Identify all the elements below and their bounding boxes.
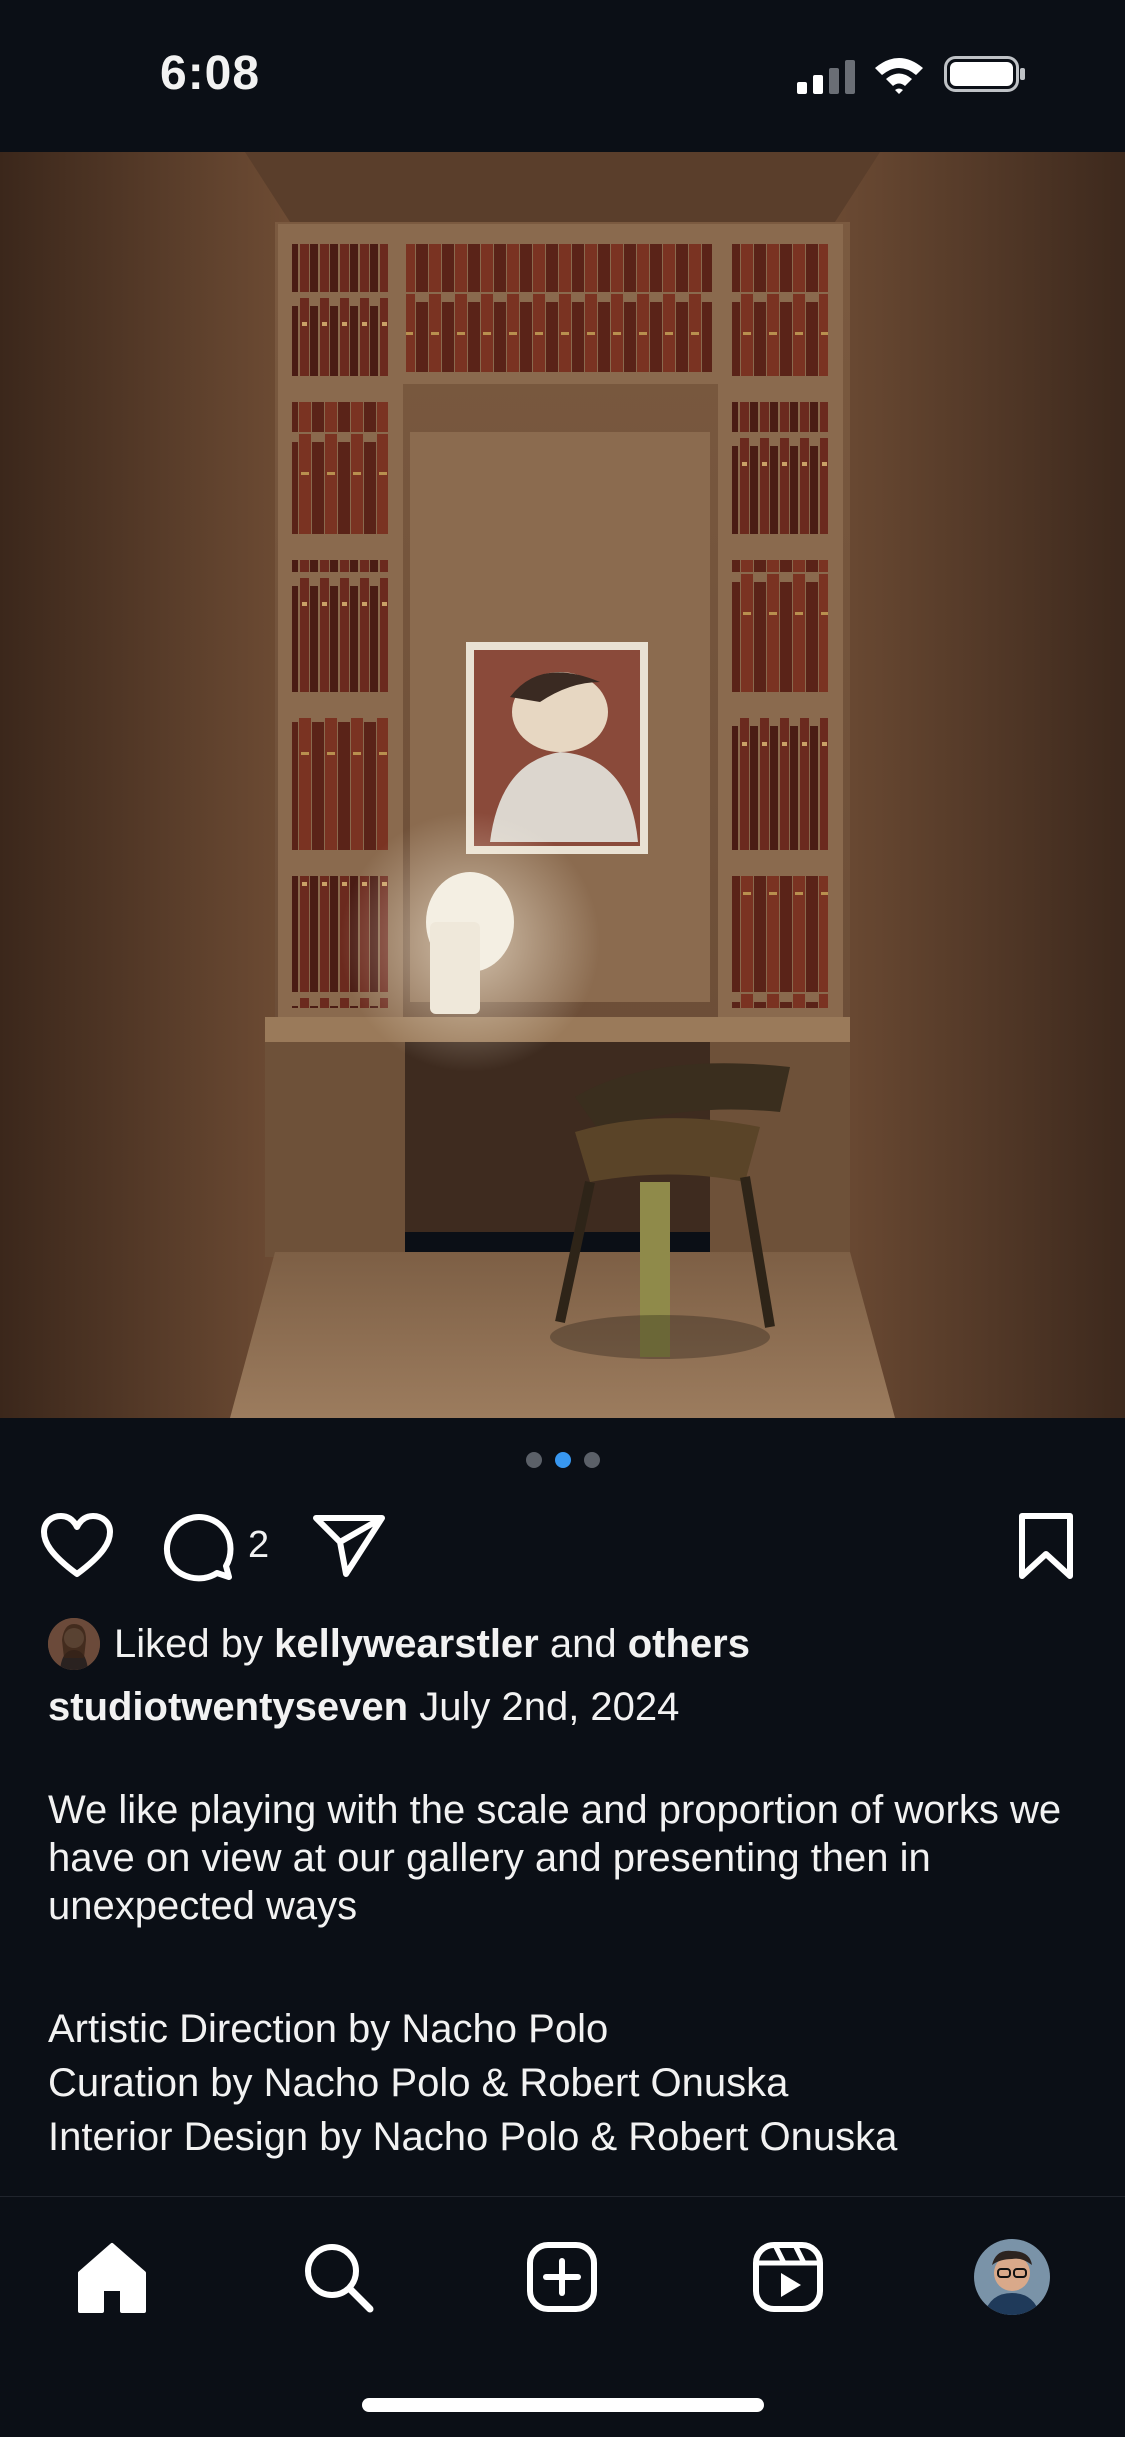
- wifi-icon: [875, 58, 923, 94]
- library-nook-illustration: [0, 152, 1125, 1418]
- comment-count: 2: [248, 1524, 270, 1566]
- profile-avatar[interactable]: [972, 2237, 1052, 2317]
- carousel-dot-active: [554, 1452, 571, 1468]
- caption-text: We like playing with the scale and propo…: [48, 1788, 1062, 1928]
- reels-icon[interactable]: [748, 2237, 828, 2317]
- liker-avatar: [48, 1618, 100, 1670]
- credit-line: Interior Design by Nacho Polo & Robert O…: [48, 2115, 898, 2159]
- likes-middle: and: [538, 1621, 628, 1666]
- post-date: July 2nd, 2024: [419, 1685, 680, 1729]
- post-username[interactable]: studiotwentyseven: [48, 1685, 408, 1729]
- home-icon[interactable]: [72, 2237, 152, 2317]
- search-icon[interactable]: [298, 2237, 378, 2317]
- status-bar: 6:08: [0, 0, 1125, 152]
- credit-line: Artistic Direction by Nacho Polo: [48, 2007, 609, 2051]
- cellular-signal-icon: [797, 60, 855, 94]
- carousel-dot: [583, 1452, 600, 1468]
- bookmark-icon[interactable]: [1016, 1512, 1076, 1580]
- share-icon[interactable]: [312, 1512, 386, 1578]
- likes-row[interactable]: Liked by kellywearstler and others: [48, 1616, 750, 1672]
- carousel-dot: [525, 1452, 542, 1468]
- post-image[interactable]: [0, 152, 1125, 1418]
- battery-icon: [944, 56, 1025, 92]
- likes-others[interactable]: others: [628, 1622, 750, 1667]
- credit-line: Curation by Nacho Polo & Robert Onuska: [48, 2061, 789, 2105]
- status-time: 6:08: [160, 47, 261, 100]
- likes-prefix: Liked by: [114, 1621, 275, 1666]
- create-icon[interactable]: [522, 2237, 602, 2317]
- post-actions: 2: [0, 1500, 1125, 1590]
- caption-header: studiotwentyseven July 2nd, 2024: [48, 1680, 679, 1734]
- heart-icon[interactable]: [40, 1512, 114, 1578]
- credits: Artistic Direction by Nacho Polo Curatio…: [48, 2002, 897, 2164]
- comment-icon[interactable]: [162, 1512, 236, 1582]
- carousel-indicator: [0, 1452, 1125, 1472]
- home-indicator: [362, 2398, 764, 2412]
- liker-username[interactable]: kellywearstler: [274, 1622, 539, 1667]
